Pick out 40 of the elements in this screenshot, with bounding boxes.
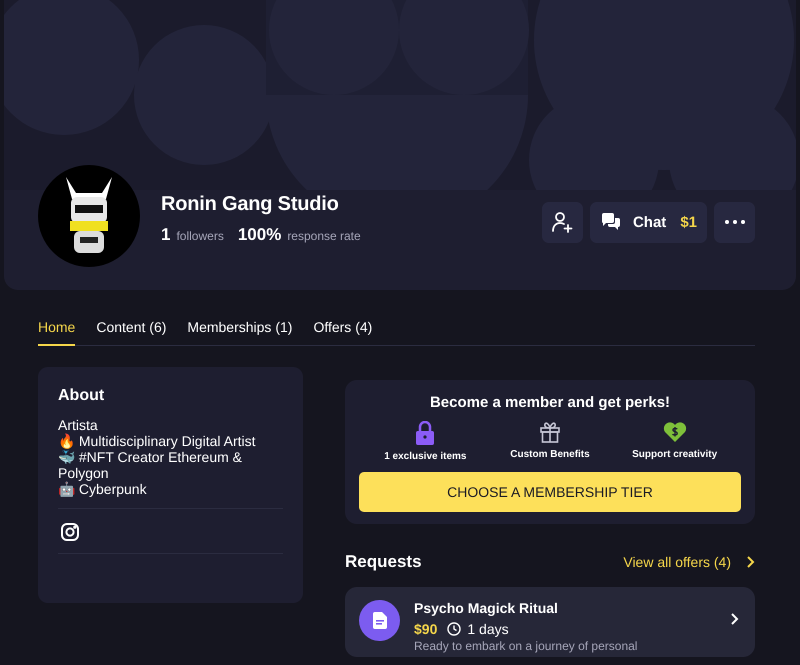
request-duration: 1 days — [467, 621, 509, 637]
clock-icon — [447, 622, 462, 636]
chevron-right-icon[interactable] — [745, 556, 755, 568]
membership-tier-button[interactable]: CHOOSE A MEMBERSHIP TIER — [359, 472, 741, 512]
follow-button[interactable] — [542, 202, 583, 242]
requests-title: Requests — [345, 552, 423, 572]
response-rate-label: response rate — [287, 229, 361, 243]
response-rate-value: 100% — [238, 225, 282, 245]
view-all-offers-link[interactable]: View all offers (4) — [623, 554, 731, 570]
request-description: Ready to embark on a journey of personal — [414, 639, 638, 653]
more-button[interactable] — [714, 202, 755, 242]
perk-label: Support creativity — [632, 449, 718, 460]
tab[interactable]: Home — [38, 310, 76, 346]
request-title: Psycho Magick Ritual — [414, 600, 559, 616]
followers-count: 1 — [161, 225, 170, 245]
tab[interactable]: Offers (4) — [313, 310, 372, 346]
bio-line: Artista — [58, 417, 99, 433]
perk-label: 1 exclusive items — [384, 451, 466, 462]
followers-label: followers — [176, 229, 224, 243]
profile-name: Ronin Gang Studio — [161, 193, 340, 216]
user-plus-icon — [551, 211, 574, 233]
gift-icon — [538, 421, 561, 443]
membership-title: Become a member and get perks! — [428, 394, 672, 411]
about-title: About — [58, 387, 106, 405]
chevron-right-icon — [729, 612, 739, 626]
more-icon — [724, 220, 744, 224]
heart-dollar-icon — [662, 421, 687, 443]
perk-label: Custom Benefits — [510, 449, 590, 460]
request-price: $90 — [414, 621, 438, 637]
tab[interactable]: Memberships (1) — [187, 310, 292, 346]
chat-bubbles-icon — [600, 213, 621, 231]
bio-line: 🐳 #NFT Creator Ethereum & Polygon — [58, 449, 244, 481]
lock-icon — [415, 421, 436, 445]
chat-button[interactable]: Chat $1 — [590, 202, 707, 242]
document-icon — [359, 600, 400, 641]
bio-line: 🤖 Cyberpunk — [58, 481, 148, 497]
instagram-icon[interactable] — [60, 522, 80, 542]
request-card[interactable]: Psycho Magick Ritual $90 1 days Ready to embark on a journey of personal — [345, 587, 755, 657]
bio-line: 🔥 Multidisciplinary Digital Artist — [58, 433, 256, 449]
tab[interactable]: Content (6) — [96, 310, 166, 346]
